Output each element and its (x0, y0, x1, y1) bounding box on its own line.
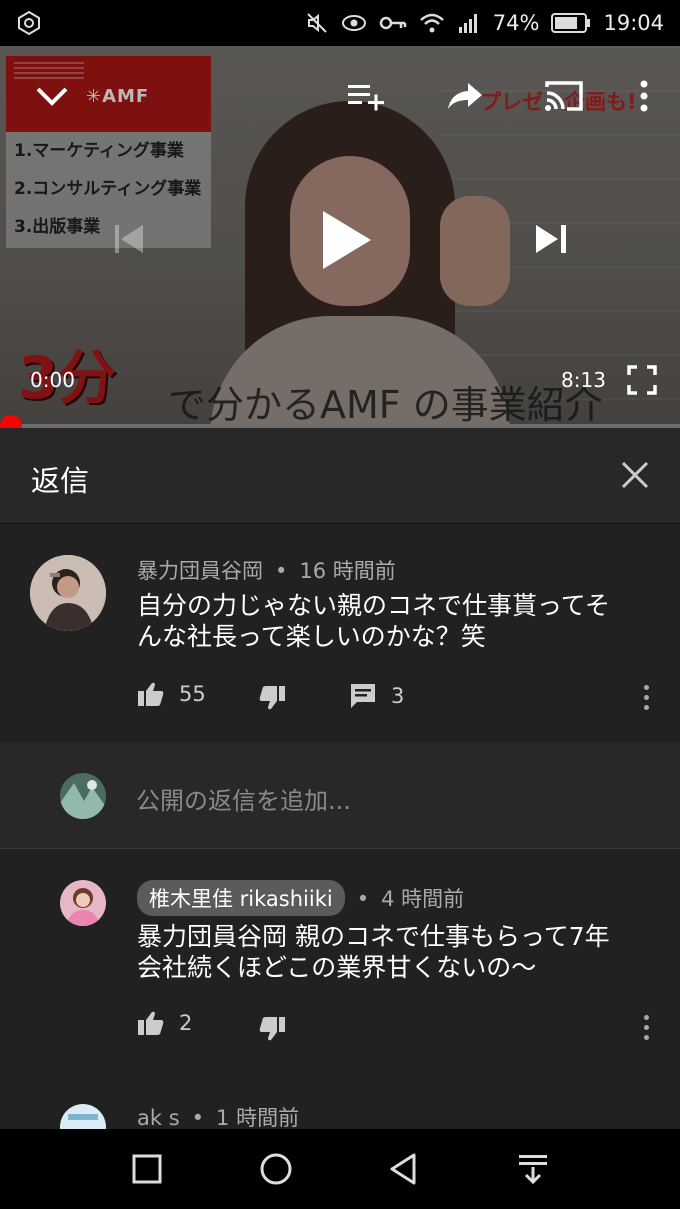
avatar[interactable] (60, 1104, 106, 1129)
comment-text: 暴力団員谷岡 親のコネで仕事もらって7年 会社続くほどこの業界甘くないの〜 (137, 921, 610, 983)
battery-icon (551, 13, 591, 33)
avatar-image (30, 555, 106, 631)
comment-text-line: んな社長って楽しいのかな？笑 (137, 622, 486, 651)
recent-apps-button[interactable] (127, 1149, 167, 1189)
close-icon (621, 461, 649, 489)
comment-text-line: 暴力団員谷岡 親のコネで仕事もらって7年 (137, 922, 610, 951)
thumbs-down-icon (259, 1017, 285, 1041)
reply-input-row[interactable]: 公開の返信を追加... (0, 743, 680, 849)
app-sync-icon (18, 10, 40, 36)
chevron-down-icon (36, 87, 68, 106)
meta-separator: • (191, 1106, 205, 1129)
status-bar: 74% 19:04 (0, 0, 680, 46)
current-time: 0:00 (30, 368, 75, 392)
dot (643, 1015, 649, 1020)
comment-text: 自分の力じゃない親のコネで仕事貰ってそ んな社長って楽しいのかな？笑 (137, 590, 610, 652)
meta-separator: • (275, 559, 288, 583)
dot (643, 705, 649, 710)
comment-icon (351, 684, 375, 708)
comment-meta: 暴力団員谷岡 • 16 時間前 (137, 555, 396, 585)
close-replies-button[interactable] (614, 454, 656, 496)
skip-previous-icon (115, 225, 143, 253)
more-vert-icon (640, 80, 648, 112)
fullscreen-button[interactable] (624, 362, 660, 398)
dislike-button[interactable] (258, 1016, 286, 1042)
creator-author-chip[interactable]: 椎木里佳 rikashiiki (137, 880, 345, 916)
square-icon (132, 1154, 162, 1184)
reply-comment: 椎木里佳 rikashiiki • 4 時間前 暴力団員谷岡 親のコネで仕事もらって… (0, 850, 680, 1080)
battery-percent: 74% (492, 11, 540, 35)
cast-button[interactable] (540, 74, 588, 118)
dot (643, 1035, 649, 1040)
dot (643, 685, 649, 690)
notification-pull-button[interactable] (513, 1149, 553, 1189)
pull-down-icon (519, 1155, 547, 1185)
replies-title: 返信 (31, 464, 90, 498)
avatar[interactable] (60, 880, 106, 926)
meta-separator: • (356, 887, 370, 911)
duration: 8:13 (561, 368, 606, 392)
comment-meta: ak s • 1 時間前 (137, 1102, 299, 1129)
share-button[interactable] (443, 74, 487, 118)
comment-time: 1 時間前 (216, 1106, 300, 1129)
back-button[interactable] (384, 1149, 424, 1189)
reply-input[interactable]: 公開の返信を追加... (136, 781, 351, 816)
add-to-queue-icon (348, 85, 384, 111)
like-count: 2 (179, 1011, 193, 1035)
like-button[interactable]: 55 (137, 681, 206, 707)
thumbs-up-icon (138, 682, 164, 706)
avatar-image (60, 1104, 106, 1129)
comment-time: 16 時間前 (299, 559, 396, 583)
eye-icon (341, 15, 366, 31)
video-player[interactable]: ✳AMF 1.マーケティング事業 2.コンサルティング事業 3.出版事業 プレゼ… (0, 46, 680, 424)
fullscreen-icon (627, 365, 657, 395)
comment-menu-button[interactable] (636, 682, 656, 712)
like-count: 55 (179, 682, 206, 706)
like-button[interactable]: 2 (137, 1010, 192, 1036)
comment-meta: 椎木里佳 rikashiiki • 4 時間前 (137, 880, 464, 916)
next-button[interactable] (528, 216, 574, 262)
comment-text-line: 自分の力じゃない親のコネで仕事貰ってそ (137, 591, 611, 620)
triangle-back-icon (390, 1153, 416, 1185)
avatar[interactable] (30, 555, 106, 631)
reply-comment: ak s • 1 時間前 (0, 1090, 680, 1129)
system-nav-bar (0, 1129, 680, 1209)
collapse-button[interactable] (30, 74, 74, 118)
clock: 19:04 (603, 11, 664, 35)
comment-author[interactable]: 暴力団員谷岡 (137, 559, 263, 583)
dot (643, 1025, 649, 1030)
play-button[interactable] (310, 202, 382, 278)
thumbs-down-icon (259, 686, 285, 710)
key-icon (379, 16, 407, 30)
wifi-icon (419, 13, 444, 33)
add-to-queue-button[interactable] (342, 74, 390, 118)
reply-count: 3 (391, 684, 405, 708)
circle-icon (260, 1153, 292, 1185)
main-comment: 暴力団員谷岡 • 16 時間前 自分の力じゃない親のコネで仕事貰ってそ んな社長って… (0, 525, 680, 743)
signal-icon (458, 14, 477, 33)
more-options-button[interactable] (630, 74, 658, 118)
my-avatar-image (60, 773, 106, 819)
cast-icon (545, 81, 583, 111)
reply-count-button[interactable]: 3 (349, 682, 404, 710)
comment-time: 4 時間前 (381, 887, 465, 911)
mute-icon (307, 13, 327, 33)
share-icon (448, 83, 482, 109)
comment-menu-button[interactable] (636, 1012, 656, 1042)
dislike-button[interactable] (258, 685, 286, 711)
avatar-image (60, 880, 106, 926)
my-avatar (60, 773, 106, 819)
replies-header: 返信 (0, 428, 680, 524)
thumbs-up-icon (138, 1011, 164, 1035)
skip-next-icon (536, 225, 566, 253)
comment-text-line: 会社続くほどこの業界甘くないの〜 (137, 953, 537, 982)
dot (643, 695, 649, 700)
play-icon (323, 211, 371, 269)
previous-button[interactable] (106, 216, 152, 262)
comment-author[interactable]: ak s (137, 1106, 180, 1129)
home-button[interactable] (256, 1149, 296, 1189)
